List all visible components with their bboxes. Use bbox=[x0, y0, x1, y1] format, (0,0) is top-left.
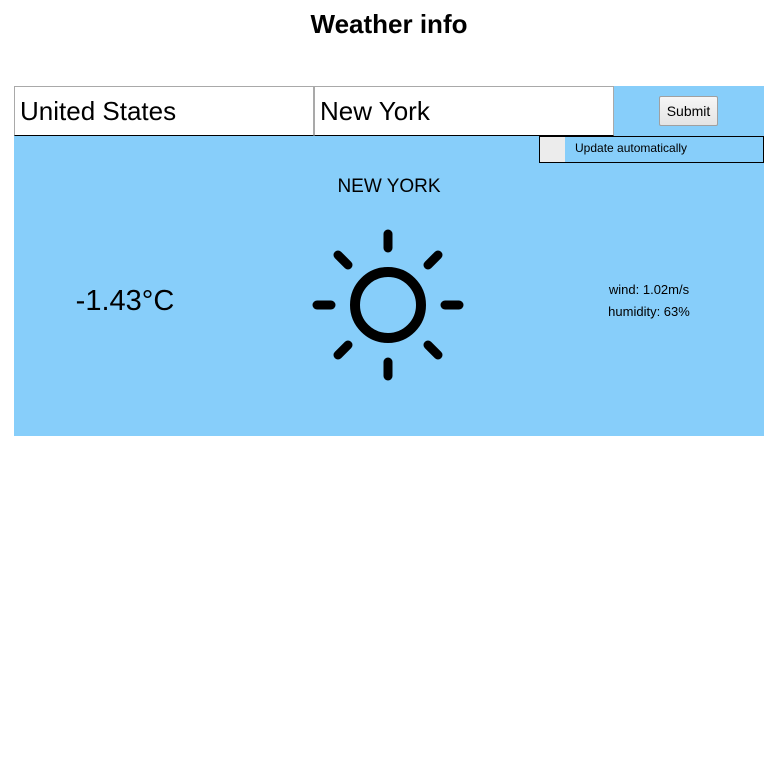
city-input[interactable] bbox=[314, 86, 614, 136]
submit-button[interactable]: Submit bbox=[659, 96, 718, 126]
auto-update-label: Update automatically bbox=[575, 141, 688, 155]
humidity: humidity: 63% bbox=[608, 304, 690, 319]
weather-panel: Update automatically NEW YORK -1.43°C wi… bbox=[14, 136, 764, 436]
auto-update-toggle[interactable] bbox=[540, 137, 565, 162]
auto-update-control: Update automatically bbox=[539, 136, 764, 163]
sun-icon bbox=[312, 229, 464, 381]
wind-speed: wind: 1.02m/s bbox=[608, 282, 690, 297]
location-form: Submit bbox=[14, 86, 764, 136]
weather-details: wind: 1.02m/s humidity: 63% bbox=[574, 279, 724, 323]
city-name: NEW YORK bbox=[337, 176, 441, 197]
country-input[interactable] bbox=[14, 86, 314, 136]
temperature: -1.43°C bbox=[75, 285, 175, 317]
page-title: Weather info bbox=[310, 9, 468, 39]
